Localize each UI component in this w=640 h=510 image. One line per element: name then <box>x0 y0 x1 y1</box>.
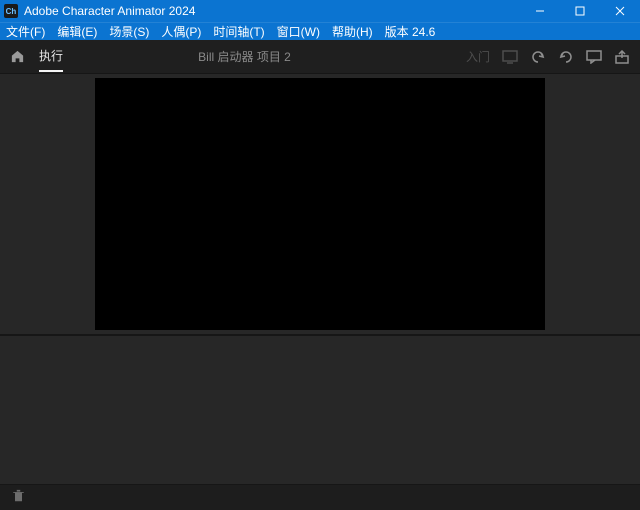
app-body: 执行 Bill 启动器 项目 2 入门 <box>0 40 640 510</box>
menu-timeline[interactable]: 时间轴(T) <box>213 23 264 40</box>
trash-icon[interactable] <box>12 489 25 506</box>
tab-underline <box>39 70 63 72</box>
feedback-icon[interactable] <box>586 50 602 64</box>
menu-version: 版本 24.6 <box>385 23 436 40</box>
window-title: Adobe Character Animator 2024 <box>24 4 195 18</box>
menu-file[interactable]: 文件(F) <box>6 23 45 40</box>
bottom-bar <box>0 484 640 510</box>
maximize-button[interactable] <box>560 0 600 22</box>
menubar: 文件(F) 编辑(E) 场景(S) 人偶(P) 时间轴(T) 窗口(W) 帮助(… <box>0 22 640 40</box>
tab-perform[interactable]: 执行 <box>39 43 63 70</box>
menu-puppet[interactable]: 人偶(P) <box>161 23 201 40</box>
menu-scene[interactable]: 场景(S) <box>109 23 149 40</box>
window-titlebar: Ch Adobe Character Animator 2024 <box>0 0 640 22</box>
minimize-button[interactable] <box>520 0 560 22</box>
undo-icon[interactable] <box>530 50 546 64</box>
scene-title: Bill 启动器 项目 2 <box>23 48 466 65</box>
menu-help[interactable]: 帮助(H) <box>332 23 373 40</box>
intro-button[interactable]: 入门 <box>466 48 490 65</box>
app-icon: Ch <box>4 4 18 18</box>
close-button[interactable] <box>600 0 640 22</box>
share-icon[interactable] <box>614 50 630 64</box>
tab-label: 执行 <box>39 49 63 63</box>
toolbar-right: 入门 <box>466 48 630 65</box>
menu-edit[interactable]: 编辑(E) <box>57 23 97 40</box>
app-toolbar: 执行 Bill 启动器 项目 2 入门 <box>0 40 640 74</box>
screen-icon[interactable] <box>502 50 518 64</box>
stage-viewport[interactable] <box>95 78 545 330</box>
redo-icon[interactable] <box>558 50 574 64</box>
menu-window[interactable]: 窗口(W) <box>277 23 320 40</box>
app-icon-label: Ch <box>6 7 17 16</box>
stage-panel <box>0 74 640 334</box>
lower-panel <box>0 334 640 484</box>
